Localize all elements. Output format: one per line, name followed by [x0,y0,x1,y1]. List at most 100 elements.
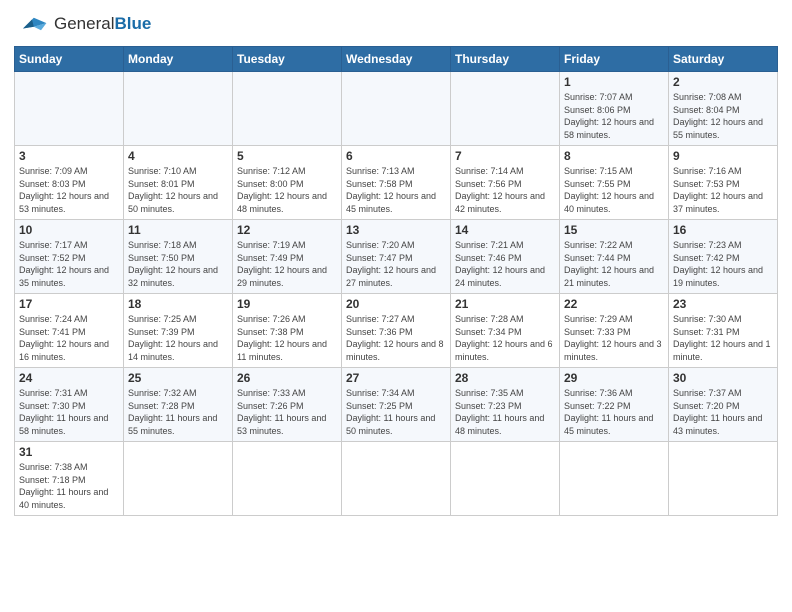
day-number: 4 [128,149,228,163]
day-cell: 13 Sunrise: 7:20 AM Sunset: 7:47 PM Dayli… [342,220,451,294]
day-cell: 27Sunrise: 7:34 AM Sunset: 7:25 PM Dayli… [342,368,451,442]
header: GeneralBlue [14,10,778,38]
day-cell: 28 Sunrise: 7:35 AM Sunset: 7:23 PM Dayli… [451,368,560,442]
day-number: 10 [19,223,119,237]
day-cell [124,72,233,146]
day-number: 20 [346,297,446,311]
day-info: Sunrise: 7:18 AM Sunset: 7:50 PM Dayligh… [128,239,228,289]
day-number: 26 [237,371,337,385]
day-cell: 26 Sunrise: 7:33 AM Sunset: 7:26 PM Dayli… [233,368,342,442]
day-cell: 20 Sunrise: 7:27 AM Sunset: 7:36 PM Dayli… [342,294,451,368]
day-info: Sunrise: 7:23 AM Sunset: 7:42 PM Dayligh… [673,239,773,289]
day-cell [669,442,778,516]
day-number: 31 [19,445,119,459]
calendar-table: SundayMondayTuesdayWednesdayThursdayFrid… [14,46,778,516]
day-info: Sunrise: 7:28 AM Sunset: 7:34 PM Dayligh… [455,313,555,363]
day-info: Sunrise: 7:19 AM Sunset: 7:49 PM Dayligh… [237,239,337,289]
day-info: Sunrise: 7:33 AM Sunset: 7:26 PM Dayligh… [237,387,337,437]
day-cell [451,442,560,516]
day-cell: 12Sunrise: 7:19 AM Sunset: 7:49 PM Dayli… [233,220,342,294]
day-cell: 7 Sunrise: 7:14 AM Sunset: 7:56 PM Daylig… [451,146,560,220]
day-cell: 3Sunrise: 7:09 AM Sunset: 8:03 PM Daylig… [15,146,124,220]
day-number: 25 [128,371,228,385]
day-cell: 4Sunrise: 7:10 AM Sunset: 8:01 PM Daylig… [124,146,233,220]
day-number: 11 [128,223,228,237]
day-info: Sunrise: 7:31 AM Sunset: 7:30 PM Dayligh… [19,387,119,437]
logo-text: GeneralBlue [54,15,151,34]
logo-icon [14,10,50,38]
day-cell [15,72,124,146]
day-number: 5 [237,149,337,163]
day-cell: 9Sunrise: 7:16 AM Sunset: 7:53 PM Daylig… [669,146,778,220]
day-info: Sunrise: 7:29 AM Sunset: 7:33 PM Dayligh… [564,313,664,363]
day-info: Sunrise: 7:20 AM Sunset: 7:47 PM Dayligh… [346,239,446,289]
day-number: 13 [346,223,446,237]
col-header-monday: Monday [124,47,233,72]
day-number: 6 [346,149,446,163]
day-cell: 10 Sunrise: 7:17 AM Sunset: 7:52 PM Dayli… [15,220,124,294]
day-cell: 1Sunrise: 7:07 AM Sunset: 8:06 PM Daylig… [560,72,669,146]
week-row: 24Sunrise: 7:31 AM Sunset: 7:30 PM Dayli… [15,368,778,442]
day-number: 28 [455,371,555,385]
day-info: Sunrise: 7:08 AM Sunset: 8:04 PM Dayligh… [673,91,773,141]
day-cell: 5Sunrise: 7:12 AM Sunset: 8:00 PM Daylig… [233,146,342,220]
day-cell: 2Sunrise: 7:08 AM Sunset: 8:04 PM Daylig… [669,72,778,146]
day-info: Sunrise: 7:21 AM Sunset: 7:46 PM Dayligh… [455,239,555,289]
week-row: 1Sunrise: 7:07 AM Sunset: 8:06 PM Daylig… [15,72,778,146]
day-cell: 31Sunrise: 7:38 AM Sunset: 7:18 PM Dayli… [15,442,124,516]
day-info: Sunrise: 7:27 AM Sunset: 7:36 PM Dayligh… [346,313,446,363]
day-cell: 29 Sunrise: 7:36 AM Sunset: 7:22 PM Dayli… [560,368,669,442]
day-info: Sunrise: 7:16 AM Sunset: 7:53 PM Dayligh… [673,165,773,215]
day-cell [560,442,669,516]
col-header-tuesday: Tuesday [233,47,342,72]
day-number: 17 [19,297,119,311]
day-cell [451,72,560,146]
col-header-thursday: Thursday [451,47,560,72]
day-cell: 17 Sunrise: 7:24 AM Sunset: 7:41 PM Dayli… [15,294,124,368]
day-info: Sunrise: 7:35 AM Sunset: 7:23 PM Dayligh… [455,387,555,437]
week-row: 31Sunrise: 7:38 AM Sunset: 7:18 PM Dayli… [15,442,778,516]
day-number: 23 [673,297,773,311]
col-header-wednesday: Wednesday [342,47,451,72]
day-cell [342,72,451,146]
day-cell: 18Sunrise: 7:25 AM Sunset: 7:39 PM Dayli… [124,294,233,368]
day-number: 19 [237,297,337,311]
day-info: Sunrise: 7:17 AM Sunset: 7:52 PM Dayligh… [19,239,119,289]
day-cell: 14 Sunrise: 7:21 AM Sunset: 7:46 PM Dayli… [451,220,560,294]
day-info: Sunrise: 7:25 AM Sunset: 7:39 PM Dayligh… [128,313,228,363]
day-cell [124,442,233,516]
day-cell: 30 Sunrise: 7:37 AM Sunset: 7:20 PM Dayli… [669,368,778,442]
day-cell: 22Sunrise: 7:29 AM Sunset: 7:33 PM Dayli… [560,294,669,368]
col-header-saturday: Saturday [669,47,778,72]
day-number: 29 [564,371,664,385]
calendar-page: GeneralBlue SundayMondayTuesdayWednesday… [0,0,792,524]
day-info: Sunrise: 7:24 AM Sunset: 7:41 PM Dayligh… [19,313,119,363]
day-info: Sunrise: 7:36 AM Sunset: 7:22 PM Dayligh… [564,387,664,437]
week-row: 3Sunrise: 7:09 AM Sunset: 8:03 PM Daylig… [15,146,778,220]
day-info: Sunrise: 7:13 AM Sunset: 7:58 PM Dayligh… [346,165,446,215]
day-number: 8 [564,149,664,163]
logo: GeneralBlue [14,10,151,38]
day-cell: 11 Sunrise: 7:18 AM Sunset: 7:50 PM Dayli… [124,220,233,294]
day-cell [233,442,342,516]
day-info: Sunrise: 7:14 AM Sunset: 7:56 PM Dayligh… [455,165,555,215]
day-number: 30 [673,371,773,385]
day-number: 7 [455,149,555,163]
day-cell: 16 Sunrise: 7:23 AM Sunset: 7:42 PM Dayli… [669,220,778,294]
day-cell [233,72,342,146]
day-cell: 24Sunrise: 7:31 AM Sunset: 7:30 PM Dayli… [15,368,124,442]
day-cell: 25 Sunrise: 7:32 AM Sunset: 7:28 PM Dayli… [124,368,233,442]
day-cell: 23Sunrise: 7:30 AM Sunset: 7:31 PM Dayli… [669,294,778,368]
day-info: Sunrise: 7:09 AM Sunset: 8:03 PM Dayligh… [19,165,119,215]
day-number: 15 [564,223,664,237]
day-number: 14 [455,223,555,237]
day-cell: 6 Sunrise: 7:13 AM Sunset: 7:58 PM Daylig… [342,146,451,220]
day-cell: 15Sunrise: 7:22 AM Sunset: 7:44 PM Dayli… [560,220,669,294]
day-cell: 8 Sunrise: 7:15 AM Sunset: 7:55 PM Daylig… [560,146,669,220]
day-info: Sunrise: 7:15 AM Sunset: 7:55 PM Dayligh… [564,165,664,215]
day-info: Sunrise: 7:32 AM Sunset: 7:28 PM Dayligh… [128,387,228,437]
day-number: 16 [673,223,773,237]
day-number: 27 [346,371,446,385]
week-row: 17 Sunrise: 7:24 AM Sunset: 7:41 PM Dayli… [15,294,778,368]
day-info: Sunrise: 7:37 AM Sunset: 7:20 PM Dayligh… [673,387,773,437]
